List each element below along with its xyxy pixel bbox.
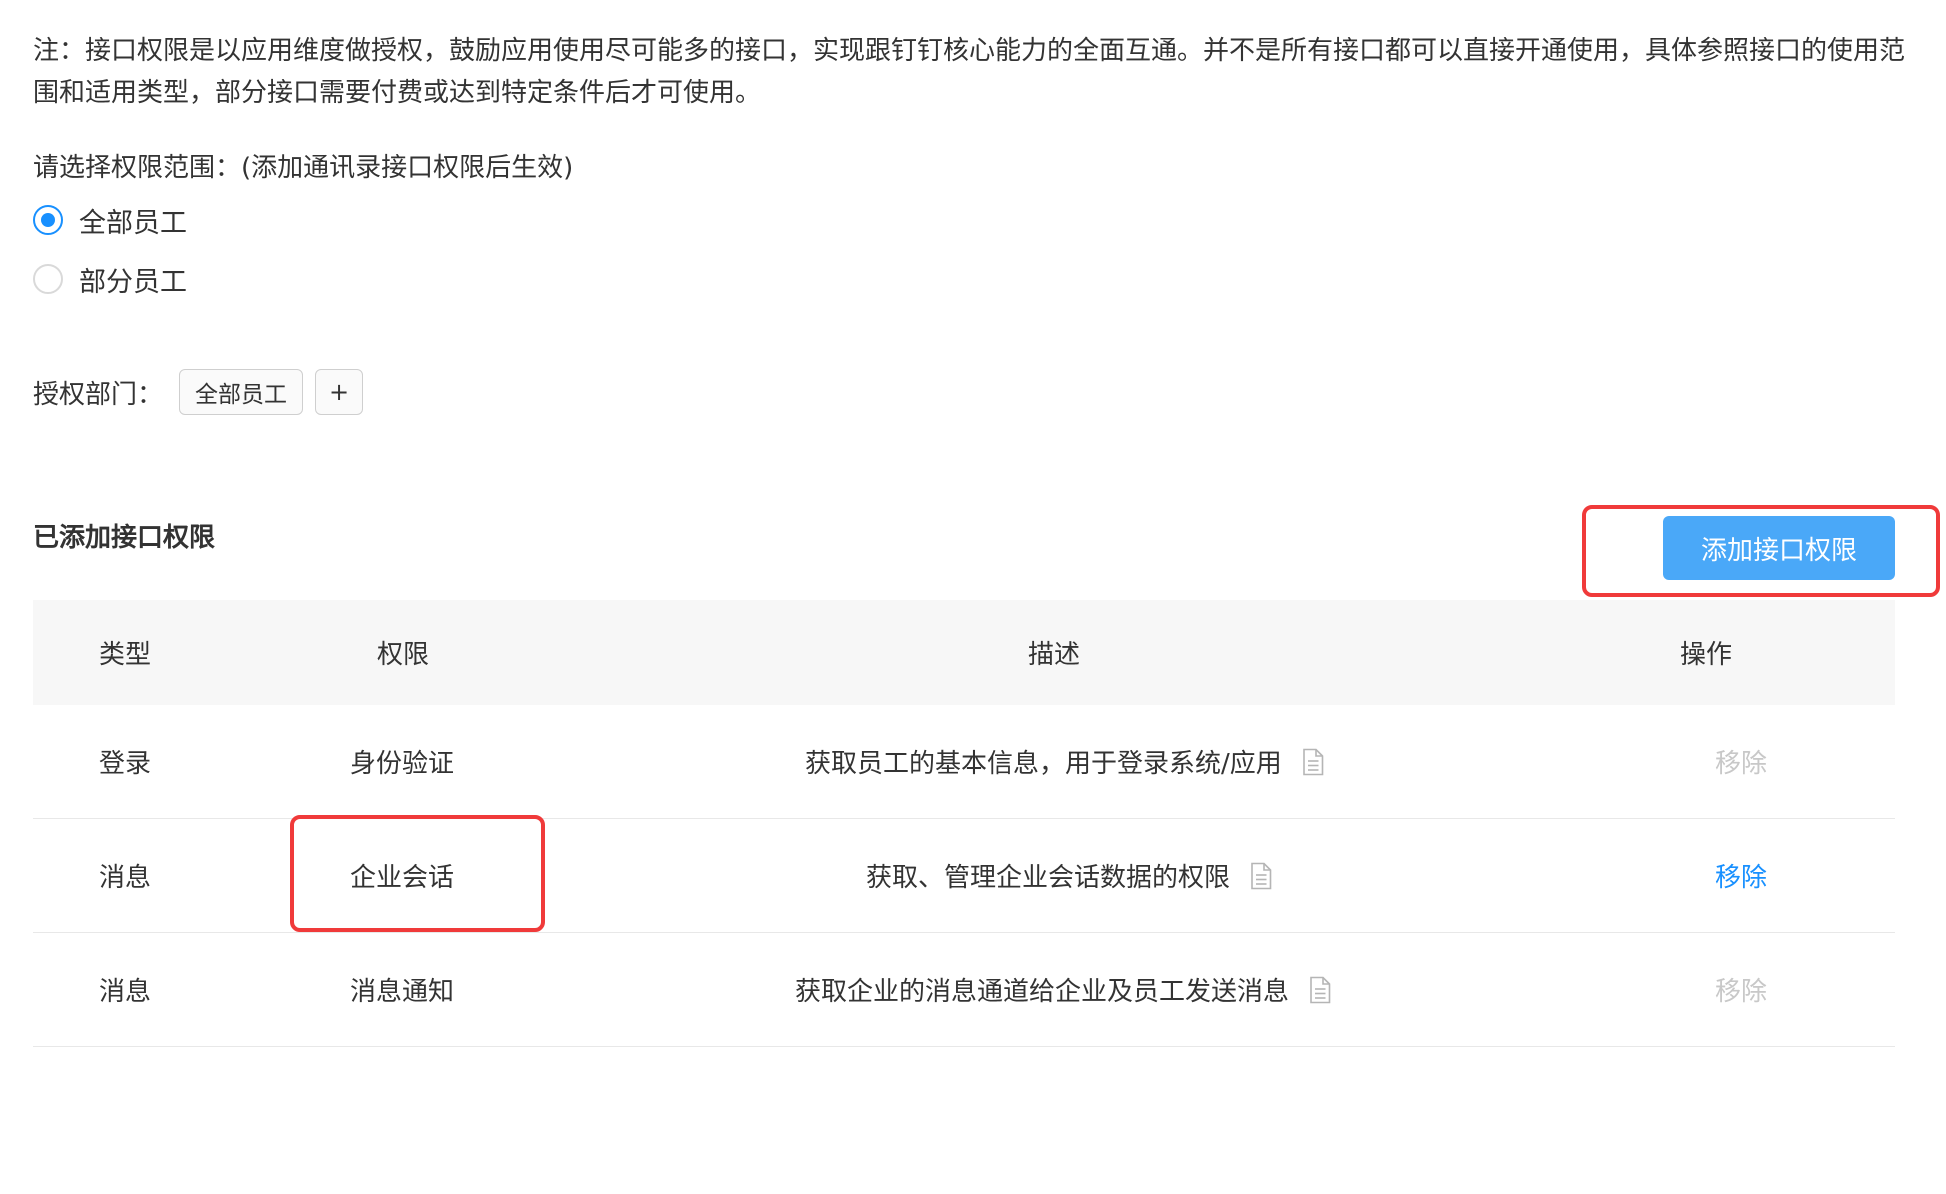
row-type: 登录: [99, 749, 152, 779]
remove-button[interactable]: 移除: [1715, 857, 1767, 894]
remove-button[interactable]: 移除: [1715, 743, 1767, 780]
table-header: 类型 权限 描述 操作: [33, 600, 1895, 705]
row-permission: 身份验证: [350, 749, 455, 779]
permission-note: 注：接口权限是以应用维度做授权，鼓励应用使用尽可能多的接口，实现跟钉钉核心能力的…: [33, 36, 1906, 108]
row-permission: 消息通知: [350, 977, 455, 1007]
radio-label: 全部员工: [79, 207, 187, 239]
radio-unchecked-icon[interactable]: [33, 264, 63, 294]
radio-all-employees[interactable]: 全部员工: [33, 200, 187, 240]
row-description: 获取员工的基本信息，用于登录系统/应用: [805, 743, 1324, 780]
remove-button[interactable]: 移除: [1715, 971, 1767, 1008]
header-type: 类型: [99, 640, 152, 670]
radio-partial-employees[interactable]: 部分员工: [33, 259, 187, 299]
radio-label: 部分员工: [79, 266, 187, 298]
row-description-text: 获取、管理企业会话数据的权限: [866, 863, 1231, 893]
header-permission: 权限: [377, 640, 430, 670]
table-row: 消息 消息通知 获取企业的消息通道给企业及员工发送消息 移除: [33, 933, 1895, 1047]
department-tag[interactable]: 全部员工: [179, 369, 304, 415]
document-icon[interactable]: [1250, 862, 1272, 890]
row-description-text: 获取企业的消息通道给企业及员工发送消息: [795, 977, 1290, 1007]
table-row: 登录 身份验证 获取员工的基本信息，用于登录系统/应用 移除: [33, 705, 1895, 819]
row-description-text: 获取员工的基本信息，用于登录系统/应用: [805, 749, 1282, 779]
row-type: 消息: [99, 977, 152, 1007]
department-row: 授权部门： 全部员工 +: [33, 368, 364, 416]
document-icon[interactable]: [1309, 976, 1331, 1004]
header-description: 描述: [1028, 640, 1081, 670]
row-description: 获取企业的消息通道给企业及员工发送消息: [795, 971, 1331, 1008]
header-operation: 操作: [1680, 640, 1733, 670]
document-icon[interactable]: [1302, 748, 1324, 776]
section-title: 已添加接口权限: [33, 523, 216, 553]
row-type: 消息: [99, 863, 152, 893]
row-description: 获取、管理企业会话数据的权限: [866, 857, 1272, 894]
scope-title: 请选择权限范围：(添加通讯录接口权限后生效): [33, 153, 574, 183]
add-department-button[interactable]: +: [315, 369, 364, 415]
radio-checked-icon[interactable]: [33, 205, 63, 235]
highlight-box-add-button: [1582, 505, 1940, 597]
highlight-box-permission-cell: [290, 815, 545, 932]
department-label: 授权部门：: [33, 379, 164, 410]
